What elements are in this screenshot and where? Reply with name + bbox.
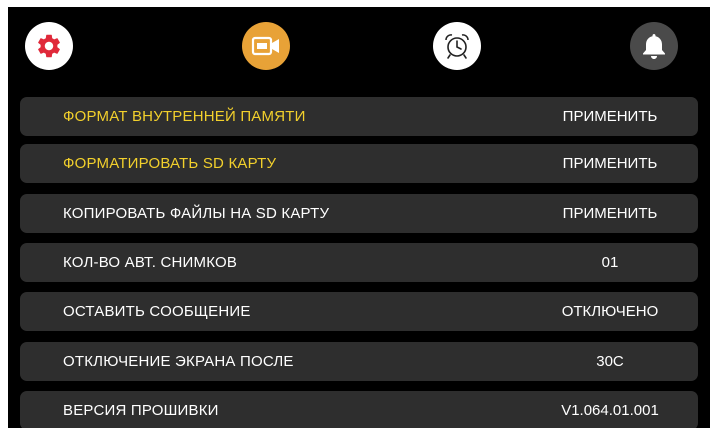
menu-row-value[interactable]: 01 — [550, 254, 670, 271]
alarm-clock-icon — [445, 34, 469, 59]
menu-row-copy-files-to-sd[interactable]: КОПИРОВАТЬ ФАЙЛЫ НА SD КАРТУ ПРИМЕНИТЬ — [20, 194, 698, 233]
menu-row-firmware-version[interactable]: ВЕРСИЯ ПРОШИВКИ V1.064.01.001 — [20, 391, 698, 428]
menu-row-format-internal-memory[interactable]: ФОРМАТ ВНУТРЕННЕЙ ПАМЯТИ ПРИМЕНИТЬ — [20, 97, 698, 136]
menu-row-label: ФОРМАТИРОВАТЬ SD КАРТУ — [63, 155, 277, 172]
menu-row-leave-message[interactable]: ОСТАВИТЬ СООБЩЕНИЕ ОТКЛЮЧЕНО — [20, 292, 698, 331]
bell-icon — [643, 34, 665, 59]
menu-row-value[interactable]: 30С — [550, 353, 670, 370]
tab-alarm[interactable] — [433, 22, 481, 70]
tab-video[interactable] — [242, 22, 290, 70]
tab-settings[interactable] — [25, 22, 73, 70]
menu-row-value[interactable]: ПРИМЕНИТЬ — [550, 205, 670, 222]
video-camera-icon — [251, 36, 279, 56]
menu-row-auto-snapshots[interactable]: КОЛ-ВО АВТ. СНИМКОВ 01 — [20, 243, 698, 282]
gear-icon — [38, 34, 60, 58]
menu-row-value[interactable]: ОТКЛЮЧЕНО — [550, 303, 670, 320]
menu-row-value[interactable]: ПРИМЕНИТЬ — [550, 155, 670, 172]
menu-row-screen-off-after[interactable]: ОТКЛЮЧЕНИЕ ЭКРАНА ПОСЛЕ 30С — [20, 342, 698, 381]
settings-screen: ФОРМАТ ВНУТРЕННЕЙ ПАМЯТИ ПРИМЕНИТЬ ФОРМА… — [8, 7, 710, 428]
menu-row-label: ВЕРСИЯ ПРОШИВКИ — [63, 402, 219, 419]
tab-bell[interactable] — [630, 22, 678, 70]
tab-bar — [8, 7, 710, 91]
menu-row-value: V1.064.01.001 — [561, 402, 659, 419]
menu-row-label: ОТКЛЮЧЕНИЕ ЭКРАНА ПОСЛЕ — [63, 353, 294, 370]
menu-row-label: КОПИРОВАТЬ ФАЙЛЫ НА SD КАРТУ — [63, 205, 330, 222]
menu-row-label: ФОРМАТ ВНУТРЕННЕЙ ПАМЯТИ — [63, 108, 306, 125]
menu-row-label: ОСТАВИТЬ СООБЩЕНИЕ — [63, 303, 251, 320]
menu-row-value[interactable]: ПРИМЕНИТЬ — [550, 108, 670, 125]
menu-row-format-sd-card[interactable]: ФОРМАТИРОВАТЬ SD КАРТУ ПРИМЕНИТЬ — [20, 144, 698, 183]
menu-row-label: КОЛ-ВО АВТ. СНИМКОВ — [63, 254, 238, 271]
